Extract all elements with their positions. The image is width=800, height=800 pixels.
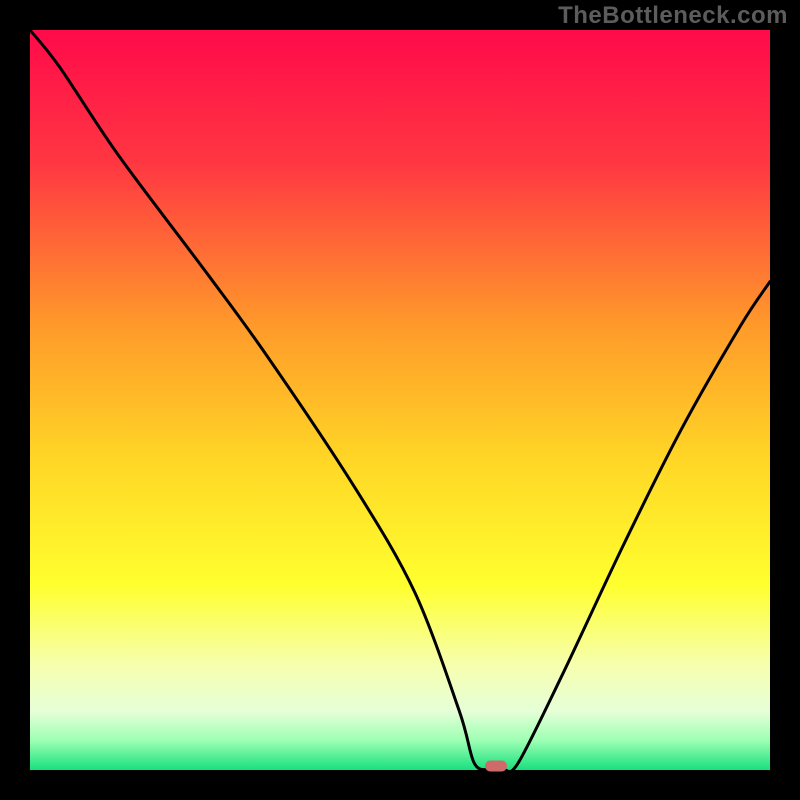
plot-area <box>30 30 770 770</box>
bottleneck-curve <box>30 30 770 770</box>
watermark-text: TheBottleneck.com <box>558 2 788 30</box>
chart-frame: TheBottleneck.com <box>0 0 800 800</box>
optimal-point-marker <box>485 760 507 771</box>
